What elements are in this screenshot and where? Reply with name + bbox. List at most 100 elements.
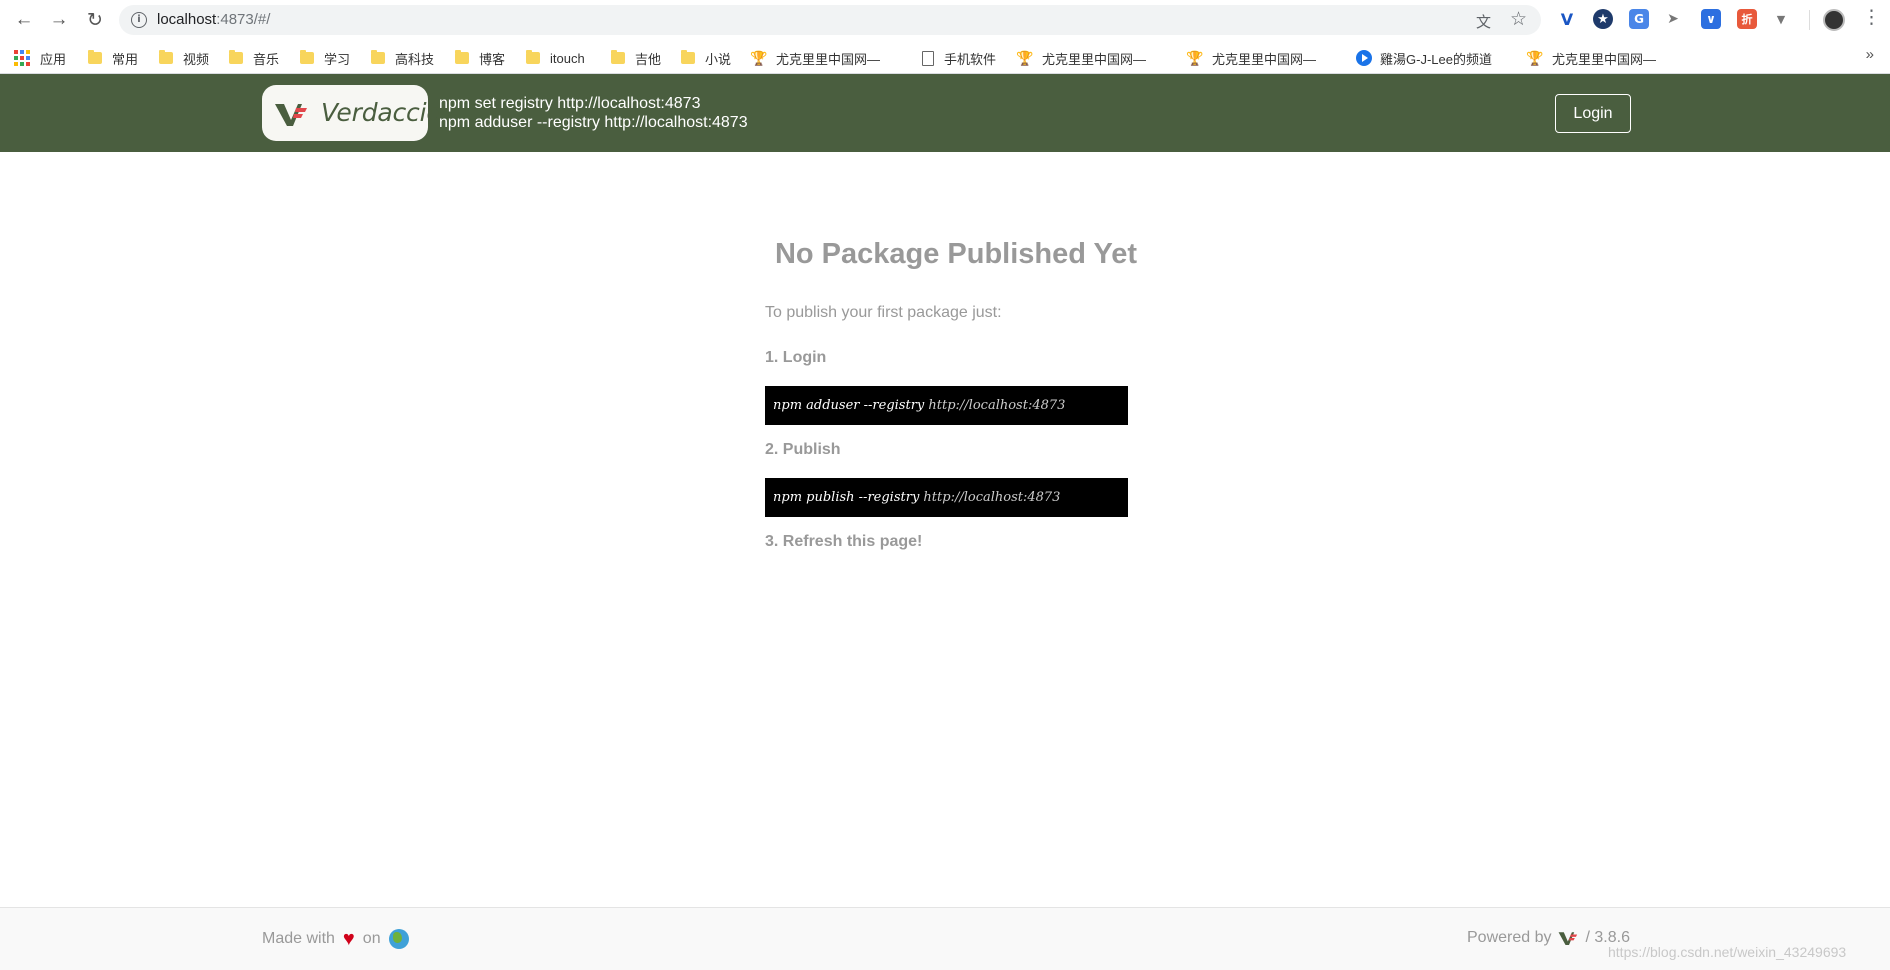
translate-icon[interactable]: 文 [1476,11,1491,32]
bookmark-folder[interactable]: 视频 [159,48,209,68]
on-label: on [362,930,381,947]
trophy-icon: 🏆 [750,50,768,66]
step-refresh-heading: 3. Refresh this page! [765,533,923,550]
bookmark-link[interactable]: 🏆 尤克里里中国网— [1186,48,1316,68]
bookmark-label: 常用 [112,51,139,67]
bookmarks-bar: 应用 常用 视频 音乐 学习 高科技 博客 itouch 吉他 小说 🏆 尤克里里… [0,40,1890,74]
publish-command-block: npm publish --registry http://localhost:… [765,478,1128,517]
bookmark-label: 尤克里里中国网— [776,51,881,67]
logo-text: Verdaccio [321,98,442,127]
verdaccio-v-icon [275,104,307,126]
bookmark-folder[interactable]: 小说 [681,48,731,68]
bookmark-folder[interactable]: 常用 [88,48,138,68]
bookmark-label: 尤克里里中国网— [1552,51,1657,67]
bookmark-label: 尤克里里中国网— [1042,51,1147,67]
bookmark-label: 应用 [40,51,67,67]
document-icon [922,50,934,66]
url-path: :4873/#/ [216,11,271,28]
address-bar[interactable]: i localhost:4873/#/ 文 ☆ [119,5,1541,35]
bookmark-link[interactable]: 🏆 尤克里里中国网— [1016,48,1146,68]
globe-icon [388,929,409,949]
extension-discount-icon[interactable]: 折 [1737,9,1757,29]
bookmark-label: 高科技 [395,51,435,67]
bookmark-label: 雞湯G-J-Lee的频道 [1380,51,1492,67]
apps-grid-icon [14,50,30,66]
login-command-url: http://localhost:4873 [928,398,1066,413]
bookmark-link[interactable]: 手机软件 [922,48,996,68]
registry-info: npm set registry http://localhost:4873 n… [439,94,748,132]
site-info-icon[interactable]: i [131,12,147,28]
reload-icon[interactable]: ↻ [83,8,107,32]
powered-by-label: Powered by [1467,929,1552,946]
bookmark-folder[interactable]: itouch [526,48,585,68]
login-command-text: npm adduser --registry [773,398,929,413]
verdaccio-small-icon [1558,932,1577,945]
folder-icon [159,50,173,64]
bookmark-star-icon[interactable]: ☆ [1510,8,1527,31]
extension-translate-icon[interactable]: G [1629,9,1649,29]
folder-icon [526,50,540,64]
browser-toolbar: ← → ↻ i localhost:4873/#/ 文 ☆ V ★ G ➤ ∨ … [0,0,1890,40]
back-arrow-icon[interactable]: ← [12,8,36,32]
intro-text: To publish your first package just: [765,304,1002,321]
extension-dropdown-icon[interactable]: ▼ [1771,9,1791,29]
url-host: localhost [157,11,217,28]
bookmark-label: 音乐 [253,51,280,67]
bookmarks-overflow-button[interactable]: » [1866,46,1874,63]
app-footer: Made with ♥ on Powered by / 3.8.6 [0,907,1890,970]
bookmark-link[interactable]: 雞湯G-J-Lee的频道 [1356,48,1492,68]
bookmark-link[interactable]: 🏆 尤克里里中国网— [750,48,880,68]
bookmark-label: 尤克里里中国网— [1212,51,1317,67]
made-with-label: Made with [262,930,335,947]
app-header: Verdaccio npm set registry http://localh… [0,74,1890,152]
bookmark-label: 学习 [324,51,351,67]
extension-cursor-icon[interactable]: ➤ [1663,9,1683,29]
powered-by-text: Powered by / 3.8.6 [1467,929,1630,947]
no-package-help: No Package Published Yet To publish your… [764,238,1144,550]
step-publish-heading: 2. Publish [765,441,841,458]
bookmark-label: itouch [550,50,585,66]
extension-star-icon[interactable]: ★ [1593,9,1613,29]
bookmark-label: 手机软件 [944,51,997,67]
folder-icon [229,50,243,64]
heart-icon: ♥ [342,928,355,950]
folder-icon [455,50,469,64]
toolbar-separator [1809,10,1810,30]
made-with-text: Made with ♥ on [262,929,409,949]
publish-command-url: http://localhost:4873 [923,490,1061,505]
bookmark-folder[interactable]: 高科技 [371,48,434,68]
profile-avatar[interactable] [1823,9,1845,31]
extension-pocket-icon[interactable]: ∨ [1701,9,1721,29]
bookmark-label: 吉他 [635,51,662,67]
channel-icon [1356,50,1372,66]
page-title: No Package Published Yet [774,238,1138,270]
bookmark-folder[interactable]: 吉他 [611,48,661,68]
bookmark-folder[interactable]: 学习 [300,48,350,68]
bookmark-link[interactable]: 🏆 尤克里里中国网— [1526,48,1656,68]
bookmark-folder[interactable]: 博客 [455,48,505,68]
trophy-icon: 🏆 [1526,50,1544,66]
menu-kebab-icon[interactable]: ⋮ [1862,6,1881,29]
trophy-icon: 🏆 [1186,50,1204,66]
address-url[interactable]: localhost:4873/#/ [157,11,270,28]
folder-icon [88,50,102,64]
bookmark-folder[interactable]: 音乐 [229,48,279,68]
step-login-heading: 1. Login [765,349,827,366]
extension-v-icon[interactable]: V [1557,9,1577,29]
login-button[interactable]: Login [1555,94,1631,133]
bookmark-label: 小说 [705,51,732,67]
registry-set-command: npm set registry http://localhost:4873 [439,95,701,112]
bookmark-label: 博客 [479,51,506,67]
login-command-block: npm adduser --registry http://localhost:… [765,386,1128,425]
bookmark-label: 视频 [183,51,210,67]
bookmark-apps[interactable]: 应用 [14,48,66,68]
forward-arrow-icon[interactable]: → [47,8,71,32]
folder-icon [611,50,625,64]
watermark: https://blog.csdn.net/weixin_43249693 [1608,944,1847,960]
verdaccio-logo[interactable]: Verdaccio [262,85,442,141]
registry-adduser-command: npm adduser --registry http://localhost:… [439,114,748,131]
folder-icon [300,50,314,64]
folder-icon [371,50,385,64]
publish-command-text: npm publish --registry [773,490,924,505]
folder-icon [681,50,695,64]
